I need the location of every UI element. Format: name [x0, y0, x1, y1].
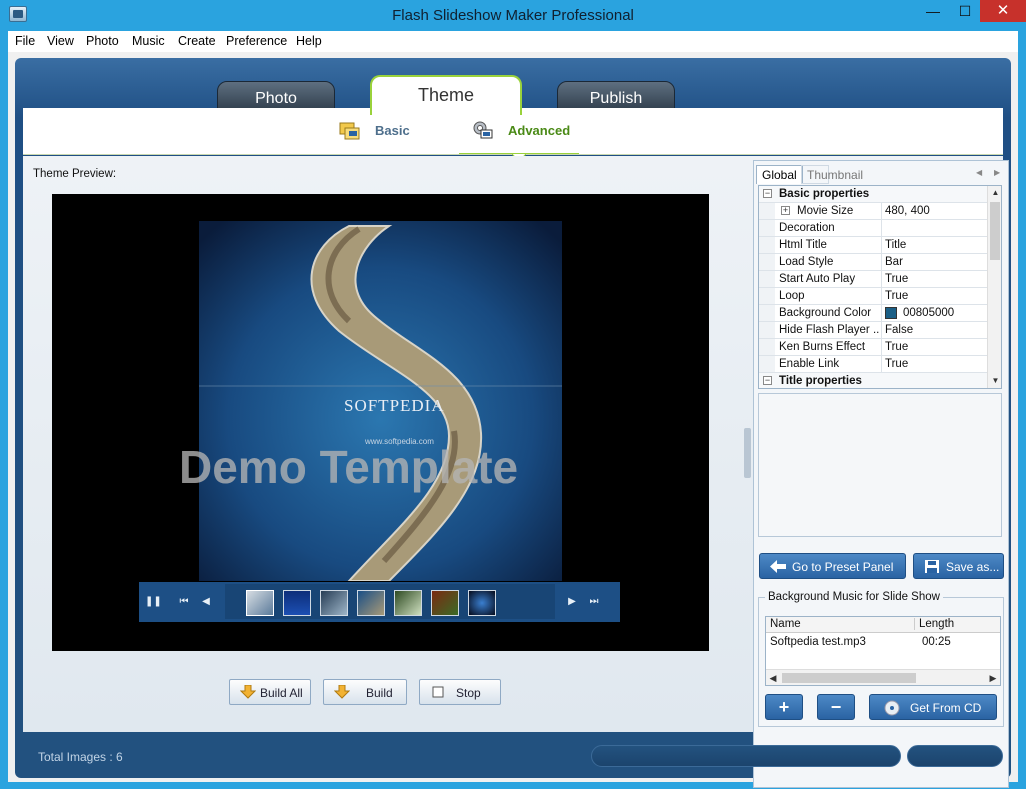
property-row-background-color[interactable]: Background Color 00805000 [759, 305, 987, 322]
property-grid: − Basic properties + Movie Size 480, 400… [758, 185, 1002, 389]
menu-preference[interactable]: Preference [226, 34, 287, 48]
go-to-preset-panel-button[interactable]: Go to Preset Panel [759, 553, 906, 579]
background-music-label: Background Music for Slide Show [765, 591, 943, 603]
scroll-right-icon[interactable]: ▶ [986, 670, 1000, 686]
property-row-ken-burns-effect[interactable]: Ken Burns Effect True [759, 339, 987, 356]
properties-panel: Global Thumbnail ◀ ▶ − Basic properties … [753, 160, 1009, 788]
property-description-box [758, 393, 1002, 537]
stop-button[interactable]: Stop [419, 679, 501, 705]
watermark-brand: SOFTPEDIA [344, 396, 445, 415]
thumbnail[interactable] [357, 590, 385, 616]
gear-icon [473, 121, 493, 139]
add-music-button[interactable]: + [765, 694, 803, 720]
property-row-movie-size[interactable]: + Movie Size 480, 400 [759, 203, 987, 220]
thumbnail[interactable] [431, 590, 459, 616]
download-arrow-icon [334, 685, 350, 699]
column-name[interactable]: Name [770, 618, 801, 630]
total-images-status: Total Images : 6 [38, 750, 123, 764]
property-row-start-auto-play[interactable]: Start Auto Play True [759, 271, 987, 288]
get-from-cd-button[interactable]: Get From CD [869, 694, 997, 720]
client-area: Photo Publish Basic Advanced Theme Theme… [8, 52, 1018, 788]
property-row-html-title[interactable]: Html Title Title [759, 237, 987, 254]
window-title: Flash Slideshow Maker Professional [392, 7, 634, 24]
music-list-scrollbar[interactable]: ◀ ▶ [766, 669, 1000, 685]
tab-thumbnail[interactable]: Thumbnail [801, 165, 863, 184]
thumbnail[interactable] [394, 590, 422, 616]
sub-tab-bar: Basic Advanced [23, 108, 1003, 162]
floppy-disk-icon [925, 560, 939, 573]
title-bar: Flash Slideshow Maker Professional — ☐ ✕ [0, 0, 1026, 31]
collapse-icon[interactable]: − [763, 189, 772, 198]
music-list-header: Name Length [766, 617, 1000, 633]
menu-photo[interactable]: Photo [86, 34, 119, 48]
cd-icon [884, 700, 900, 716]
scroll-down-icon[interactable]: ▼ [988, 374, 1001, 388]
menu-help[interactable]: Help [296, 34, 322, 48]
scrollbar-thumb[interactable] [782, 673, 916, 683]
player-controls: ❚❚ ⏮ ◀ ▶ ⏭ [139, 582, 620, 622]
theme-preview-label: Theme Preview: [33, 168, 117, 180]
save-as-button[interactable]: Save as... [913, 553, 1004, 579]
arrow-left-icon [770, 560, 786, 573]
property-row-enable-link[interactable]: Enable Link True [759, 356, 987, 373]
skip-last-icon[interactable]: ⏭ [587, 595, 601, 609]
theme-preview: SOFTPEDIA www.softpedia.com Demo Templat… [52, 194, 709, 651]
previous-icon[interactable]: ◀ [199, 595, 213, 609]
property-row-hide-flash-player[interactable]: Hide Flash Player ... False [759, 322, 987, 339]
build-button[interactable]: Build [323, 679, 407, 705]
property-row-load-style[interactable]: Load Style Bar [759, 254, 987, 271]
thumbnail-strip [225, 584, 555, 619]
pause-icon[interactable]: ❚❚ [145, 595, 162, 609]
category-title-properties[interactable]: − Title properties [759, 373, 987, 388]
subtab-advanced[interactable]: Advanced [472, 120, 592, 144]
main-frame: Photo Publish Basic Advanced Theme Theme… [15, 58, 1011, 788]
tab-scroll-left-icon[interactable]: ◀ [976, 168, 982, 177]
status-segment [907, 745, 1003, 767]
skip-first-icon[interactable]: ⏮ [177, 595, 191, 609]
status-segment [591, 745, 901, 767]
remove-music-button[interactable]: − [817, 694, 855, 720]
thumbnail[interactable] [283, 590, 311, 616]
thumbnail[interactable] [320, 590, 348, 616]
next-icon[interactable]: ▶ [565, 595, 579, 609]
demo-template-overlay: Demo Template [179, 441, 519, 493]
category-basic-properties[interactable]: − Basic properties [759, 186, 987, 203]
preview-photo: SOFTPEDIA www.softpedia.com [199, 221, 562, 581]
menu-create[interactable]: Create [178, 34, 216, 48]
menu-music[interactable]: Music [132, 34, 165, 48]
property-row-decoration[interactable]: Decoration [759, 220, 987, 237]
list-item[interactable]: Softpedia test.mp3 00:25 [766, 635, 1000, 651]
tab-scroll-right-icon[interactable]: ▶ [994, 168, 1000, 177]
tab-global[interactable]: Global [756, 165, 803, 184]
thumbnail[interactable] [468, 590, 496, 616]
tab-theme[interactable]: Theme [370, 75, 522, 115]
subtab-basic[interactable]: Basic [339, 120, 429, 144]
download-arrow-icon [240, 685, 256, 699]
column-length[interactable]: Length [914, 618, 954, 630]
close-button[interactable]: ✕ [980, 0, 1026, 22]
status-bar: Total Images : 6 [23, 741, 1003, 769]
minimize-button[interactable]: — [918, 0, 948, 22]
menu-view[interactable]: View [47, 34, 74, 48]
menu-bar: File View Photo Music Create Preference … [8, 31, 1018, 52]
menu-file[interactable]: File [15, 34, 35, 48]
scroll-left-icon[interactable]: ◀ [766, 670, 780, 686]
thumbnail[interactable] [246, 590, 274, 616]
subtab-basic-label: Basic [375, 123, 410, 138]
property-grid-scrollbar[interactable]: ▲ ▼ [987, 186, 1001, 388]
scroll-up-icon[interactable]: ▲ [988, 186, 1001, 200]
stop-icon [432, 686, 444, 698]
panel-splitter[interactable] [744, 428, 751, 478]
collapse-icon[interactable]: − [763, 376, 772, 385]
property-row-loop[interactable]: Loop True [759, 288, 987, 305]
expand-icon[interactable]: + [781, 206, 790, 215]
background-music-group: Background Music for Slide Show Name Len… [758, 591, 1004, 727]
scrollbar-thumb[interactable] [990, 202, 1000, 260]
subtab-advanced-label: Advanced [508, 123, 571, 138]
color-swatch[interactable] [885, 307, 897, 319]
maximize-button[interactable]: ☐ [950, 0, 980, 22]
folder-icon [339, 122, 360, 140]
build-all-button[interactable]: Build All [229, 679, 311, 705]
music-list: Name Length Softpedia test.mp3 00:25 ◀ ▶ [765, 616, 1001, 686]
